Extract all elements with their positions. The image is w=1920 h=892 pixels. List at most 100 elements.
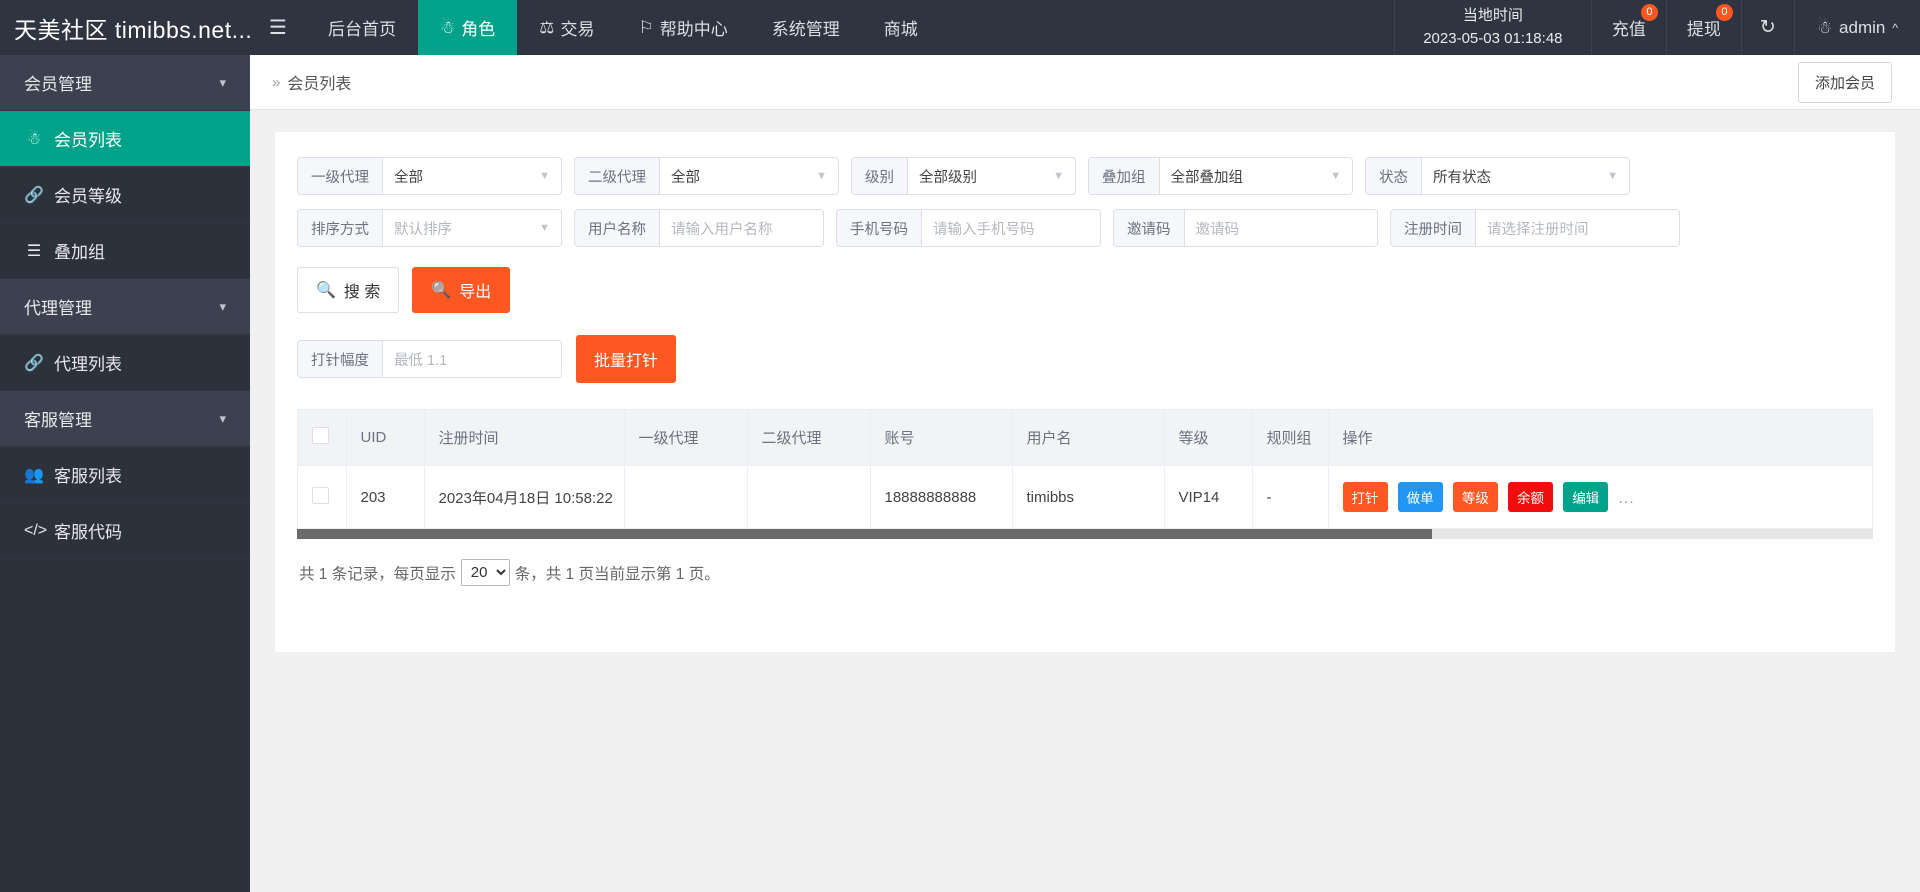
cell-rule-group: - (1252, 465, 1329, 529)
chevron-down-icon: ▾ (219, 410, 226, 426)
filter-agent2[interactable]: 二级代理 全部 ▼ (574, 157, 839, 195)
user-icon: ☃ (1816, 17, 1833, 37)
column-rule-group: 规则组 (1252, 410, 1329, 466)
user-menu-label: admin (1839, 17, 1886, 37)
action-edit-button[interactable]: 编辑 (1563, 482, 1609, 512)
nav-item-shop[interactable]: 商城 (862, 0, 940, 55)
local-time-value: 2023-05-03 01:18:48 (1423, 29, 1563, 47)
filter-sort-select[interactable]: 默认排序 ▼ (383, 210, 561, 246)
sidebar-group-agent-management[interactable]: 代理管理 ▾ (0, 279, 250, 335)
action-more-button[interactable]: ... (1618, 490, 1634, 507)
export-button[interactable]: 🔍 导出 (412, 267, 511, 313)
breadcrumb: » 会员列表 (272, 70, 351, 94)
chevron-down-icon: ▼ (1053, 170, 1064, 182)
filter-stack-group-select[interactable]: 全部叠加组 ▼ (1160, 158, 1353, 194)
filter-reg-time[interactable]: 注册时间 请选择注册时间 (1390, 209, 1680, 247)
filter-agent1-select[interactable]: 全部 ▼ (383, 158, 561, 194)
nav-item-system[interactable]: 系统管理 (750, 0, 862, 55)
sidebar-item-stack-group[interactable]: ☰ 叠加组 (0, 223, 250, 279)
list-icon: ☰ (26, 242, 42, 260)
action-balance-button[interactable]: 余额 (1508, 482, 1554, 512)
search-icon: 🔍 (316, 282, 336, 299)
nav-item-help[interactable]: ⚐ 帮助中心 (617, 0, 750, 55)
filter-level-label: 级别 (852, 158, 908, 194)
sidebar-item-support-list[interactable]: 👥 客服列表 (0, 447, 250, 503)
filter-username[interactable]: 用户名称 请输入用户名称 (574, 209, 824, 247)
column-account: 账号 (870, 410, 1013, 466)
column-level: 等级 (1164, 410, 1253, 466)
sidebar-item-label: 代理列表 (54, 355, 122, 374)
action-order-button[interactable]: 做单 (1397, 482, 1443, 512)
table-header-row: UID 注册时间 一级代理 二级代理 账号 用户名 等级 规则组 操作 (298, 410, 1872, 466)
cell-reg-time: 2023年04月18日 10:58:22 (424, 465, 625, 529)
filter-agent2-select[interactable]: 全部 ▼ (660, 158, 838, 194)
select-all-checkbox[interactable] (312, 427, 329, 444)
nav-item-role[interactable]: ☃ 角色 (418, 0, 518, 55)
batch-inject-button[interactable]: 批量打针 (576, 335, 677, 383)
select-all-header (298, 410, 347, 466)
sidebar-item-member-level[interactable]: 🔗 会员等级 (0, 167, 250, 223)
withdraw-button[interactable]: 提现 0 (1667, 0, 1742, 55)
filter-phone-label: 手机号码 (837, 210, 922, 246)
filter-level[interactable]: 级别 全部级别 ▼ (851, 157, 1076, 195)
sidebar-group-label: 代理管理 (24, 299, 92, 318)
search-button[interactable]: 🔍 搜 索 (297, 267, 400, 313)
refresh-icon[interactable]: ↻ (1742, 0, 1795, 55)
filter-stack-group-label: 叠加组 (1089, 158, 1160, 194)
action-level-button[interactable]: 等级 (1452, 482, 1498, 512)
inject-amplitude-field[interactable]: 打针幅度 最低 1.1 (297, 340, 562, 378)
filter-phone-input[interactable]: 请输入手机号码 (922, 210, 1100, 246)
user-icon: ☃ (440, 17, 456, 37)
sidebar-item-support-code[interactable]: </> 客服代码 (0, 503, 250, 559)
pagination-info: 共 1 条记录，每页显示 20 条，共 1 页当前显示第 1 页。 (297, 539, 1873, 608)
user-menu-button[interactable]: ☃ admin ^ (1795, 0, 1920, 55)
column-agent1: 一级代理 (624, 410, 748, 466)
brand-title: 天美社区 timibbs.net... (14, 16, 250, 43)
filter-status-value: 所有状态 (1433, 169, 1491, 186)
inject-amplitude-input[interactable]: 最低 1.1 (383, 341, 561, 377)
breadcrumb-bar: » 会员列表 添加会员 (250, 55, 1920, 110)
filter-username-label: 用户名称 (575, 210, 660, 246)
filter-status-label: 状态 (1366, 158, 1422, 194)
pagination-prefix: 共 1 条记录，每页显示 (299, 565, 456, 583)
nav-label: 后台首页 (328, 20, 396, 39)
sidebar-item-member-list[interactable]: ☃ 会员列表 (0, 111, 250, 167)
column-agent2: 二级代理 (747, 410, 871, 466)
action-inject-button[interactable]: 打针 (1342, 482, 1388, 512)
sidebar-group-member-management[interactable]: 会员管理 ▾ (0, 55, 250, 111)
breadcrumb-arrows-icon: » (272, 73, 281, 91)
recharge-button[interactable]: 充值 0 (1592, 0, 1667, 55)
table-row[interactable]: 203 2023年04月18日 10:58:22 18888888888 tim… (298, 465, 1872, 529)
filter-agent1-label: 一级代理 (298, 158, 383, 194)
filter-stack-group[interactable]: 叠加组 全部叠加组 ▼ (1088, 157, 1353, 195)
row-checkbox[interactable] (312, 486, 329, 504)
cell-operations: 打针 做单 等级 余额 编辑 ... (1328, 465, 1872, 529)
filter-reg-time-input[interactable]: 请选择注册时间 (1476, 210, 1679, 246)
filter-level-select[interactable]: 全部级别 ▼ (908, 158, 1075, 194)
filter-invite-code-input[interactable]: 邀请码 (1185, 210, 1378, 246)
filter-status-select[interactable]: 所有状态 ▼ (1422, 158, 1629, 194)
chevron-down-icon: ▼ (1607, 170, 1618, 182)
page-size-select[interactable]: 20 (460, 559, 510, 586)
menu-icon[interactable]: ☰ (250, 0, 306, 55)
sidebar-group-support-management[interactable]: 客服管理 ▾ (0, 391, 250, 447)
scrollbar-thumb[interactable] (297, 529, 1432, 539)
filter-status[interactable]: 状态 所有状态 ▼ (1365, 157, 1630, 195)
chevron-down-icon: ▼ (816, 170, 827, 182)
nav-item-dashboard[interactable]: 后台首页 (306, 0, 418, 55)
filter-username-placeholder: 请输入用户名称 (671, 221, 773, 238)
filter-sort[interactable]: 排序方式 默认排序 ▼ (297, 209, 562, 247)
recharge-label: 充值 (1611, 20, 1646, 39)
filter-phone[interactable]: 手机号码 请输入手机号码 (836, 209, 1101, 247)
filter-agent1[interactable]: 一级代理 全部 ▼ (297, 157, 562, 195)
sidebar-item-label: 会员列表 (54, 131, 122, 150)
sidebar-item-agent-list[interactable]: 🔗 代理列表 (0, 335, 250, 391)
table-horizontal-scrollbar[interactable] (297, 529, 1873, 539)
filter-invite-code[interactable]: 邀请码 邀请码 (1113, 209, 1378, 247)
filter-username-input[interactable]: 请输入用户名称 (660, 210, 823, 246)
sidebar-item-label: 叠加组 (54, 243, 105, 262)
table-body: 203 2023年04月18日 10:58:22 18888888888 tim… (298, 465, 1872, 529)
add-member-button[interactable]: 添加会员 (1797, 61, 1892, 103)
nav-item-trade[interactable]: ⚖ 交易 (517, 0, 616, 55)
